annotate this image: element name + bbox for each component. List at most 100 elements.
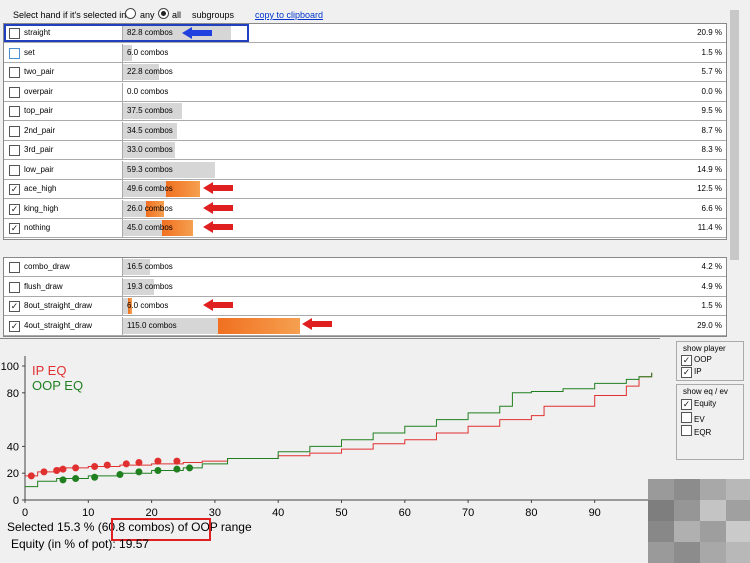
two_pair-checkbox[interactable] [9, 67, 20, 78]
ace_high-percent: 12.5 % [697, 184, 722, 193]
blur-tile [726, 500, 750, 521]
overpair-percent: 0.0 % [701, 86, 722, 96]
4out-arrow-icon [302, 318, 332, 330]
hand_rows-row-low_pair[interactable]: low_pair 59.3 combos 14.9 % [4, 160, 726, 180]
oop-highlight-point [154, 467, 162, 475]
3rd_pair-checkbox[interactable] [9, 145, 20, 156]
hand_rows-row-ace_high[interactable]: ✓ ace_high 49.6 combos 12.5 % [4, 180, 726, 199]
x-tick-label: 0 [22, 507, 28, 518]
copy-to-clipboard-link[interactable]: copy to clipboard [255, 10, 323, 20]
oop-highlight-point [173, 465, 181, 473]
blur-tile [674, 542, 700, 563]
ace_high-checkbox[interactable]: ✓ [9, 184, 20, 195]
radio-all[interactable] [158, 8, 169, 19]
overpair-checkbox[interactable] [9, 86, 20, 98]
eqr-checkbox[interactable] [681, 425, 692, 436]
top_pair-label: top_pair [24, 106, 53, 115]
x-tick-label: 10 [82, 507, 94, 518]
draw_rows-row-4out_straight_draw[interactable]: ✓ 4out_straight_draw 115.0 combos 29.0 % [4, 316, 726, 336]
king_high-checkbox[interactable]: ✓ [9, 203, 20, 215]
3rd_pair-percent: 8.3 % [701, 145, 722, 154]
4out_straight_draw-checkbox[interactable]: ✓ [9, 320, 20, 332]
ip-highlight-point [173, 457, 181, 465]
low_pair-checkbox[interactable] [9, 164, 20, 176]
vertical-scrollbar[interactable] [729, 0, 740, 333]
blur-tile [648, 521, 674, 542]
draw_rows-row-flush_draw[interactable]: flush_draw 19.3 combos 4.9 % [4, 277, 726, 297]
hand_rows-row-set[interactable]: set 6.0 combos 1.5 % [4, 43, 726, 63]
king_high-percent: 6.6 % [701, 203, 722, 213]
set-checkbox[interactable] [9, 47, 20, 59]
selected-percent: Selected 15.3 % [7, 520, 95, 534]
2nd_pair-checkbox[interactable] [9, 125, 20, 137]
oop-checkbox[interactable]: ✓ [681, 355, 692, 366]
flush_draw-percent: 4.9 % [701, 281, 722, 291]
oop-option-label: OOP [694, 355, 712, 364]
3rd_pair-combos: 33.0 combos [127, 145, 173, 154]
ip-highlight-point [154, 457, 162, 465]
x-tick-label: 60 [399, 507, 411, 518]
top_pair-percent: 9.5 % [701, 106, 722, 115]
ev-option-label: EV [694, 415, 705, 424]
ip-highlight-point [27, 472, 35, 480]
x-tick-label: 80 [525, 507, 537, 518]
hand_rows-row-top_pair[interactable]: top_pair 37.5 combos 9.5 % [4, 102, 726, 121]
show-player-group: show player ✓ OOP ✓ IP [676, 341, 744, 381]
oop-highlight-point [186, 464, 194, 472]
draw_rows-row-8out_straight_draw[interactable]: ✓ 8out_straight_draw 6.0 combos 1.5 % [4, 297, 726, 316]
3rd_pair-label: 3rd_pair [24, 145, 54, 154]
top_pair-checkbox[interactable] [9, 106, 20, 117]
x-tick-label: 90 [589, 507, 601, 518]
blur-tile [700, 479, 726, 500]
blur-tile [648, 479, 674, 500]
ip-checkbox[interactable]: ✓ [681, 367, 692, 378]
4out_straight_draw-label: 4out_straight_draw [24, 320, 93, 330]
y-tick-label: 80 [7, 388, 19, 400]
flush_draw-combos: 19.3 combos [127, 281, 173, 291]
show-player-ip-option[interactable]: ✓ IP [681, 366, 702, 378]
series-line-oop-eq [25, 372, 653, 488]
hand_rows-row-2nd_pair[interactable]: 2nd_pair 34.5 combos 8.7 % [4, 121, 726, 141]
equity-checkbox[interactable]: ✓ [681, 399, 692, 410]
hand_rows-row-nothing[interactable]: ✓ nothing 45.0 combos 11.4 % [4, 219, 726, 238]
equity-option[interactable]: ✓ Equity [681, 398, 716, 410]
king_high-combos: 26.0 combos [127, 203, 173, 213]
scroll-thumb[interactable] [730, 10, 739, 260]
hand_rows-row-overpair[interactable]: overpair 0.0 combos 0.0 % [4, 82, 726, 102]
radio-any-label: any [140, 10, 155, 20]
8out_straight_draw-checkbox[interactable]: ✓ [9, 301, 20, 312]
ip-highlight-point [122, 460, 130, 468]
straight-blue-arrow-icon [182, 27, 212, 39]
hand_rows-row-king_high[interactable]: ✓ king_high 26.0 combos 6.6 % [4, 199, 726, 219]
flush_draw-checkbox[interactable] [9, 281, 20, 293]
eqr-option[interactable]: EQR [681, 424, 711, 437]
ip-highlight-point [53, 467, 61, 475]
show-player-oop-option[interactable]: ✓ OOP [681, 354, 712, 366]
ev-option[interactable]: EV [681, 411, 705, 424]
radio-any[interactable] [125, 8, 136, 19]
hand_rows-row-two_pair[interactable]: two_pair 22.8 combos 5.7 % [4, 63, 726, 82]
ip-option-label: IP [694, 367, 702, 376]
blur-tile [726, 542, 750, 563]
8out_straight_draw-combos: 6.0 combos [127, 301, 169, 310]
select-hand-label: Select hand if it's selected in [13, 10, 127, 20]
draw_rows-row-combo_draw[interactable]: combo_draw 16.5 combos 4.2 % [4, 258, 726, 277]
set-label: set [24, 47, 35, 57]
low_pair-percent: 14.9 % [697, 164, 722, 174]
straight-highlight-box [4, 24, 249, 42]
nothing-checkbox[interactable]: ✓ [9, 223, 20, 234]
hand_rows-row-3rd_pair[interactable]: 3rd_pair 33.0 combos 8.3 % [4, 141, 726, 160]
overpair-label: overpair [24, 86, 53, 96]
equity-summary: Equity (in % of pot): 19.57 [11, 537, 150, 551]
combo_draw-checkbox[interactable] [9, 262, 20, 273]
4out_straight_draw-percent: 29.0 % [697, 320, 722, 330]
two_pair-percent: 5.7 % [701, 67, 722, 76]
x-tick-label: 20 [145, 507, 157, 518]
legend-ip-eq: IP EQ [32, 363, 66, 378]
ip-highlight-point [135, 458, 143, 466]
header-bar: Select hand if it's selected in any all … [0, 0, 740, 22]
y-tick-label: 40 [7, 441, 19, 453]
subgroups-label: subgroups [192, 10, 235, 20]
ev-checkbox[interactable] [681, 412, 692, 423]
blur-tile [648, 542, 674, 563]
